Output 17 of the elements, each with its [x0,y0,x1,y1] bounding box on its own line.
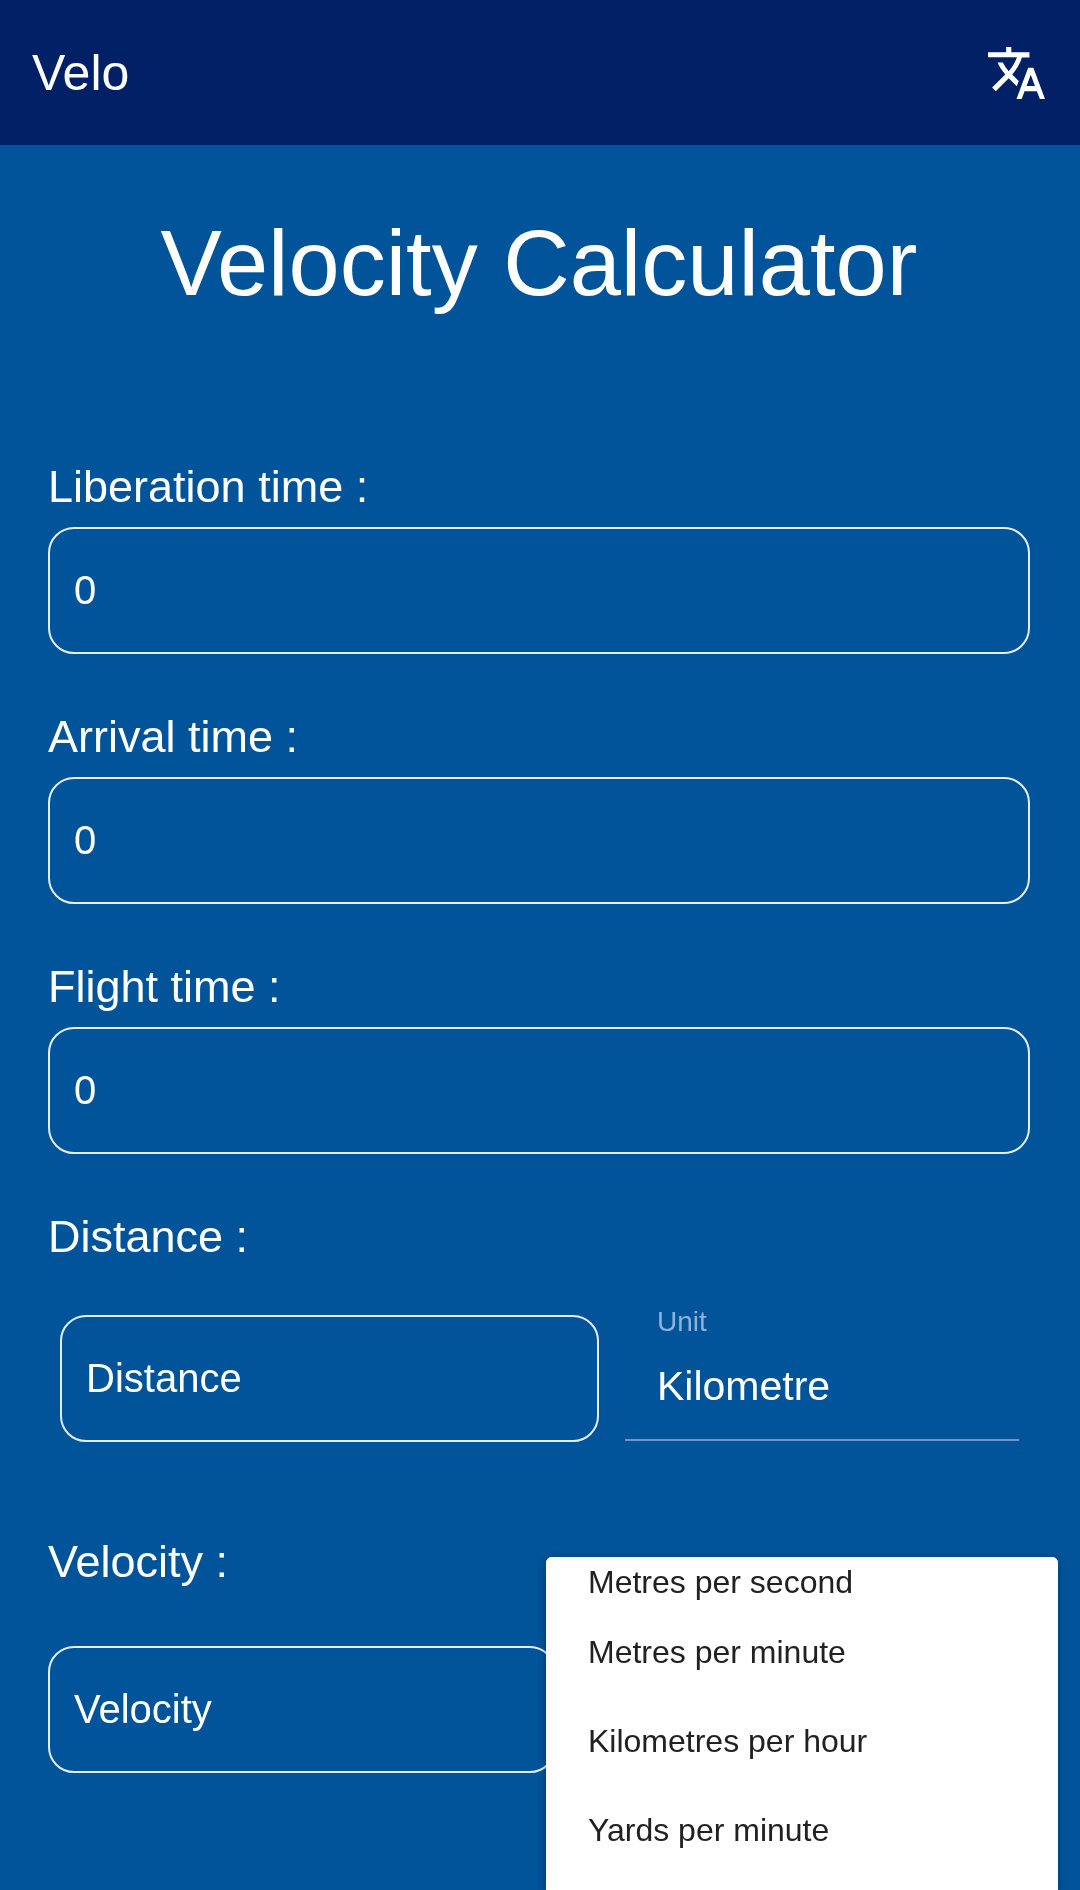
menu-item[interactable]: Metres per minute [546,1607,1058,1696]
text-field[interactable]: 0 [48,777,1030,904]
text-field[interactable]: 0 [48,1027,1030,1154]
field-label: Flight time : [48,960,281,1014]
page-heading: Velocity Calculator [159,211,919,316]
menu-item[interactable]: Yards per minute [546,1785,1058,1874]
distance-field[interactable]: Distance [60,1315,599,1442]
unit-dropdown[interactable]: Unit Kilometre [625,1307,1019,1441]
text-field[interactable]: 0 [48,527,1030,654]
field-label: Liberation time : [48,460,369,514]
menu-item[interactable]: Kilometres per hour [546,1696,1058,1785]
app-title: Velo [32,43,130,103]
field-label: Arrival time : [48,710,299,764]
field-label: Distance : [48,1210,249,1264]
menu-item[interactable]: Metres per second [546,1557,1058,1607]
translate-icon[interactable] [988,46,1045,99]
field-label: Velocity : [48,1535,229,1589]
